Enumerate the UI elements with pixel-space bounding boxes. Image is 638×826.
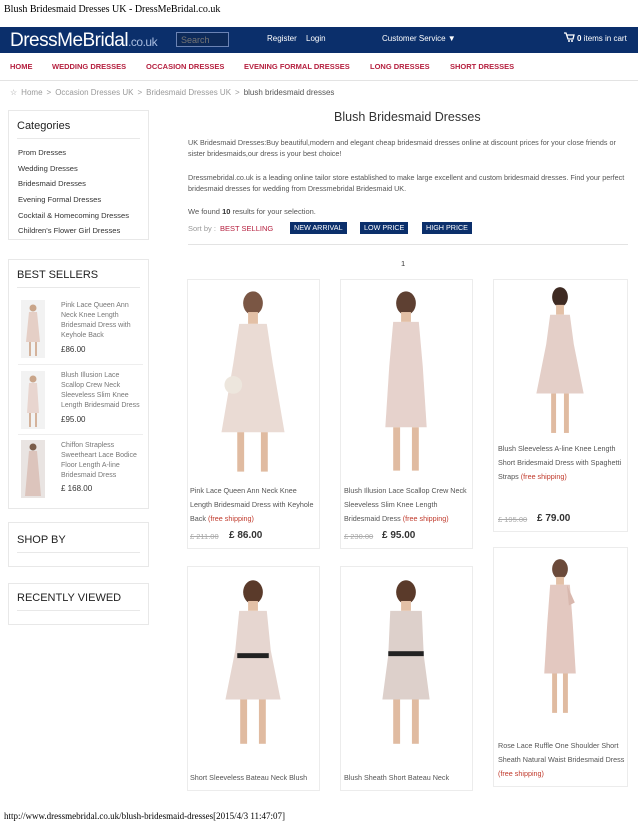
product-image[interactable]	[494, 280, 627, 445]
product-old-price: £ 230.00	[344, 532, 374, 541]
product-price: £ 95.00	[382, 530, 416, 541]
sort-low-price-button[interactable]: LOW PRICE	[360, 222, 409, 234]
sort-high-price-button[interactable]: HIGH PRICE	[422, 222, 472, 234]
category-bridesmaid[interactable]: Bridesmaid Dresses	[18, 179, 86, 188]
product-image[interactable]	[188, 280, 319, 480]
category-flower-girl[interactable]: Children's Flower Girl Dresses	[18, 226, 120, 235]
nav-evening-formal-dresses[interactable]: EVENING FORMAL DRESSES	[244, 62, 350, 71]
sort-new-arrival-button[interactable]: NEW ARRIVAL	[290, 222, 347, 234]
page-url: http://www.dressmebridal.co.uk/blush-bri…	[4, 811, 286, 821]
product-old-price: £ 195.00	[498, 515, 528, 524]
best-seller-image[interactable]	[21, 300, 45, 358]
product-name[interactable]: Pink Lace Queen Ann Neck Knee Length Bri…	[190, 484, 318, 526]
breadcrumb-occasion[interactable]: Occasion Dresses UK	[55, 88, 133, 97]
category-wedding[interactable]: Wedding Dresses	[18, 164, 78, 173]
breadcrumb: ☆ Home > Occasion Dresses UK > Bridesmaid Dre…	[10, 88, 335, 97]
product-name[interactable]: Blush Sheath Short Bateau Neck	[344, 771, 472, 785]
nav-home[interactable]: HOME	[10, 62, 33, 71]
product-name[interactable]: Rose Lace Ruffle One Shoulder Short Shea…	[498, 739, 626, 781]
product-card[interactable]	[493, 279, 628, 532]
best-seller-name[interactable]: Chiffon Strapless Sweetheart Lace Bodice…	[61, 441, 141, 481]
recently-viewed-title: RECENTLY VIEWED	[17, 592, 122, 604]
shop-by-box: SHOP BY	[8, 522, 149, 567]
breadcrumb-bridesmaid[interactable]: Bridesmaid Dresses UK	[146, 88, 231, 97]
product-card[interactable]	[187, 566, 320, 791]
main-nav: HOME WEDDING DRESSES OCCASION DRESSES EV…	[0, 53, 638, 81]
product-price: £ 86.00	[229, 530, 263, 541]
nav-long-dresses[interactable]: LONG DRESSES	[370, 62, 430, 71]
category-heading: Blush Bridesmaid Dresses	[334, 110, 481, 124]
product-card[interactable]	[340, 566, 473, 791]
category-prom[interactable]: Prom Dresses	[18, 148, 66, 157]
best-seller-image[interactable]	[21, 371, 45, 429]
sort-best-selling[interactable]: BEST SELLING	[220, 224, 273, 233]
categories-box: Categories	[8, 110, 149, 240]
customer-service-menu[interactable]: Customer Service ▼	[382, 34, 456, 43]
product-price: £ 79.00	[537, 513, 571, 524]
product-image[interactable]	[494, 548, 627, 728]
login-link[interactable]: Login	[306, 34, 326, 43]
best-sellers-title: BEST SELLERS	[17, 269, 99, 281]
recently-viewed-box: RECENTLY VIEWED	[8, 583, 149, 625]
shop-by-title: SHOP BY	[17, 534, 66, 546]
nav-wedding-dresses[interactable]: WEDDING DRESSES	[52, 62, 126, 71]
best-seller-price: £86.00	[61, 345, 86, 354]
category-description-2: Dressmebridal.co.uk is a leading online …	[188, 173, 625, 193]
category-evening[interactable]: Evening Formal Dresses	[18, 195, 101, 204]
page-number[interactable]: 1	[401, 259, 405, 268]
product-image[interactable]	[341, 567, 472, 762]
product-name[interactable]: Blush Illusion Lace Scallop Crew Neck Sl…	[344, 484, 472, 526]
best-seller-price: £95.00	[61, 415, 86, 424]
breadcrumb-current: blush bridesmaid dresses	[243, 88, 335, 97]
product-image[interactable]	[341, 280, 472, 480]
product-name[interactable]: Blush Sleeveless A-line Knee Length Shor…	[498, 442, 626, 484]
search-input[interactable]	[176, 32, 229, 47]
breadcrumb-home[interactable]: Home	[21, 88, 42, 97]
best-seller-image[interactable]	[21, 440, 45, 498]
category-cocktail[interactable]: Cocktail & Homecoming Dresses	[18, 211, 129, 220]
page-title: Blush Bridesmaid Dresses UK - DressMeBri…	[4, 4, 221, 15]
product-name[interactable]: Short Sleeveless Bateau Neck Blush	[190, 771, 318, 785]
categories-title: Categories	[17, 120, 71, 132]
cart-icon[interactable]	[563, 31, 575, 43]
cart-count[interactable]: 0 items in cart	[577, 34, 627, 43]
best-seller-price: £ 168.00	[61, 484, 93, 493]
product-image[interactable]	[188, 567, 319, 762]
product-old-price: £ 211.00	[190, 532, 219, 541]
register-link[interactable]: Register	[267, 34, 297, 43]
results-count: We found 10 results for your selection.	[188, 207, 316, 216]
header-bar: DressMeBridal.co.uk Register Login Custo…	[0, 27, 638, 53]
home-icon: ☆	[10, 88, 18, 97]
best-seller-name[interactable]: Pink Lace Queen Ann Neck Knee Length Bri…	[61, 301, 141, 341]
nav-short-dresses[interactable]: SHORT DRESSES	[450, 62, 514, 71]
sort-label: Sort by :	[188, 224, 216, 233]
best-seller-name[interactable]: Blush Illusion Lace Scallop Crew Neck Sl…	[61, 371, 141, 411]
site-logo[interactable]: DressMeBridal.co.uk	[10, 30, 158, 52]
nav-occasion-dresses[interactable]: OCCASION DRESSES	[146, 62, 224, 71]
category-description: UK Bridesmaid Dresses:Buy beautiful,mode…	[188, 138, 616, 158]
